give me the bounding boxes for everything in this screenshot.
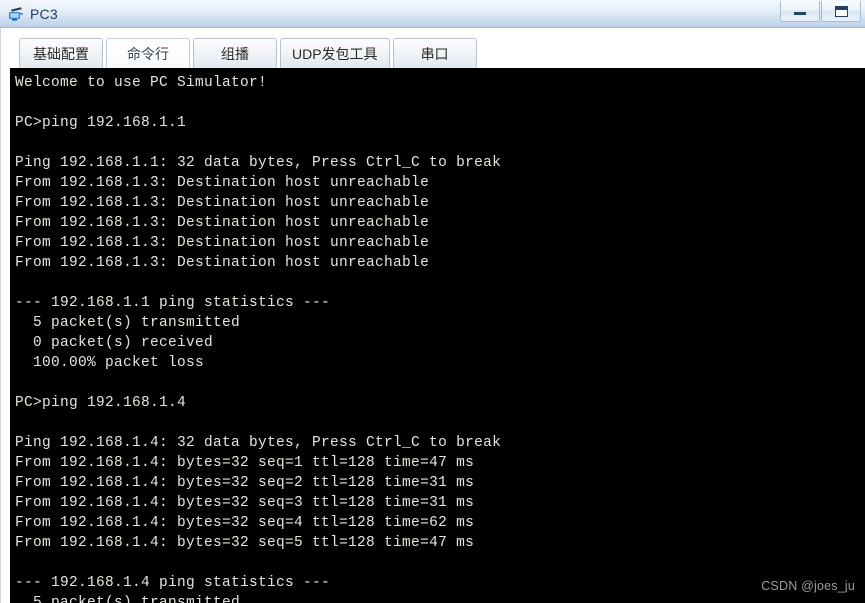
terminal-line: From 192.168.1.3: Destination host unrea… [15, 255, 430, 271]
window-controls [779, 1, 861, 25]
terminal-line: From 192.168.1.3: Destination host unrea… [15, 235, 430, 251]
terminal-line: --- 192.168.1.4 ping statistics --- [15, 575, 331, 591]
tab-label: 命令行 [127, 45, 169, 62]
terminal-line: Ping 192.168.1.1: 32 data bytes, Press C… [15, 155, 502, 171]
tab-label: UDP发包工具 [292, 45, 378, 62]
tab-label: 串口 [420, 45, 449, 62]
maximize-button[interactable] [821, 1, 861, 22]
tab-label: 组播 [221, 45, 249, 62]
terminal-console[interactable]: Welcome to use PC Simulator! PC>ping 192.… [10, 68, 865, 603]
minimize-icon [794, 12, 806, 15]
terminal-line: From 192.168.1.4: bytes=32 seq=1 ttl=128… [15, 455, 475, 471]
terminal-line: From 192.168.1.4: bytes=32 seq=3 ttl=128… [15, 495, 475, 511]
pc-simulator-window: PC3 基础配置 命令行 组播 UDP发包工具 串口 Welcome to us… [0, 0, 865, 603]
tab-command-line[interactable]: 命令行 [106, 38, 190, 68]
tab-basic-config[interactable]: 基础配置 [19, 38, 103, 68]
terminal-line: Ping 192.168.1.4: 32 data bytes, Press C… [15, 435, 502, 451]
terminal-container: Welcome to use PC Simulator! PC>ping 192.… [0, 68, 865, 603]
title-bar: PC3 [0, 0, 865, 28]
terminal-line: 0 packet(s) received [15, 335, 214, 351]
terminal-line: From 192.168.1.4: bytes=32 seq=2 ttl=128… [15, 475, 475, 491]
terminal-line: 5 packet(s) transmitted [15, 595, 241, 603]
minimize-button[interactable] [780, 1, 820, 22]
terminal-line: From 192.168.1.4: bytes=32 seq=5 ttl=128… [15, 535, 475, 551]
window-title: PC3 [30, 5, 58, 22]
maximize-icon [834, 5, 848, 17]
tab-label: 基础配置 [33, 45, 89, 62]
terminal-line: 100.00% packet loss [15, 355, 205, 371]
tab-udp-tool[interactable]: UDP发包工具 [280, 38, 390, 68]
terminal-line: Welcome to use PC Simulator! [15, 75, 268, 91]
terminal-line: From 192.168.1.4: bytes=32 seq=4 ttl=128… [15, 515, 475, 531]
terminal-line: PC>ping 192.168.1.4 [15, 395, 187, 411]
terminal-line: PC>ping 192.168.1.1 [15, 115, 187, 131]
terminal-line: From 192.168.1.3: Destination host unrea… [15, 195, 430, 211]
tab-serial-port[interactable]: 串口 [392, 38, 477, 68]
tab-multicast[interactable]: 组播 [193, 38, 277, 68]
terminal-line: 5 packet(s) transmitted [15, 315, 241, 331]
tab-strip: 基础配置 命令行 组播 UDP发包工具 串口 [0, 28, 865, 68]
terminal-output: Welcome to use PC Simulator! PC>ping 192.… [10, 69, 865, 603]
terminal-line: --- 192.168.1.1 ping statistics --- [15, 295, 331, 311]
terminal-line: From 192.168.1.3: Destination host unrea… [15, 175, 430, 191]
pc-simulator-icon [7, 5, 25, 23]
terminal-line: From 192.168.1.3: Destination host unrea… [15, 215, 430, 231]
